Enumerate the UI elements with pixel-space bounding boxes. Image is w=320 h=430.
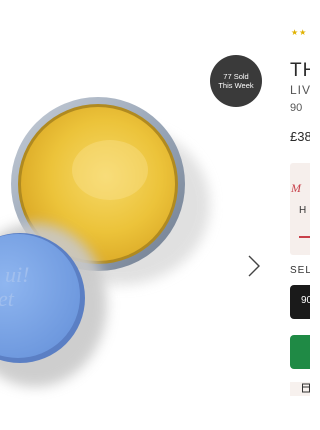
product-image-gallery[interactable]: ui! et 77 Sold This Week: [0, 0, 284, 430]
svg-text:et: et: [0, 286, 15, 311]
sold-this-week-badge: 77 Sold This Week: [210, 55, 262, 107]
details-overlay: M H SEL 90: [284, 0, 310, 430]
sold-period-text: This Week: [218, 81, 254, 90]
promo-text: H: [299, 205, 307, 216]
chevron-right-icon: [248, 255, 260, 277]
next-image-button[interactable]: [247, 254, 265, 280]
delivery-icon: [302, 383, 310, 393]
add-to-basket-button[interactable]: [290, 335, 310, 369]
promo-accent-bar: [299, 236, 310, 238]
svg-text:ui!: ui!: [5, 262, 29, 287]
promo-logo: M: [291, 181, 301, 195]
size-option-selected[interactable]: 90: [290, 285, 310, 319]
sold-count-text: 77 Sold: [223, 72, 249, 81]
select-size-label: SEL: [290, 265, 310, 276]
size-option-label: 90: [301, 295, 310, 306]
